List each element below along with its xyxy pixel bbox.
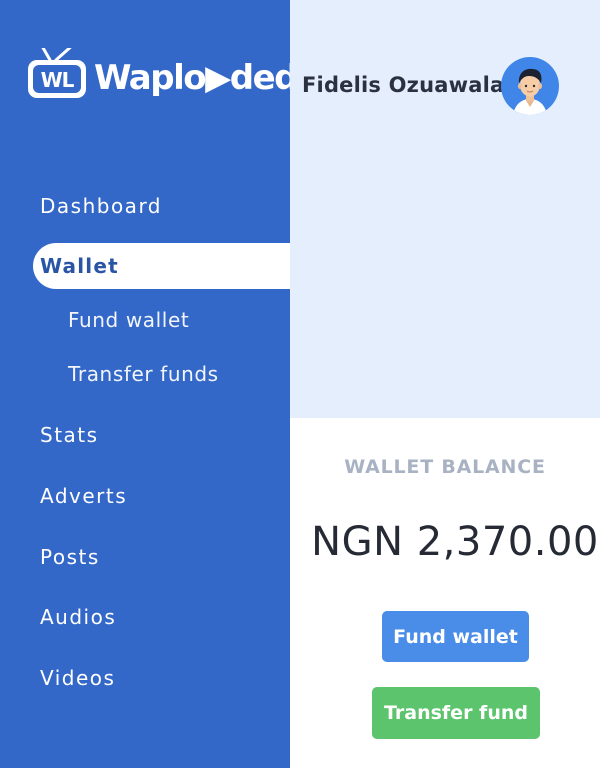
- sidebar-item-videos[interactable]: Videos: [40, 666, 115, 690]
- sidebar-item-stats[interactable]: Stats: [40, 423, 99, 447]
- user-avatar-icon[interactable]: [501, 57, 559, 115]
- sidebar-item-dashboard[interactable]: Dashboard: [40, 194, 162, 218]
- user-name: Fidelis Ozuawala: [302, 73, 505, 97]
- sidebar-item-posts[interactable]: Posts: [40, 545, 100, 569]
- sidebar-item-wallet-label[interactable]: Wallet: [40, 254, 119, 278]
- brand-name: Waplo▶ded: [94, 58, 298, 98]
- transfer-fund-button[interactable]: Transfer fund: [372, 687, 540, 739]
- wallet-balance-label: WALLET BALANCE: [344, 456, 546, 478]
- tv-antenna-logo-icon: WL: [28, 48, 86, 98]
- fund-wallet-button[interactable]: Fund wallet: [382, 611, 529, 662]
- sidebar-subitem-transfer-funds[interactable]: Transfer funds: [68, 362, 219, 386]
- header-area: [290, 0, 600, 418]
- wallet-balance-value: NGN 2,370.00: [311, 519, 599, 565]
- sidebar: WL Waplo▶ded Dashboard Wallet Fund walle…: [0, 0, 298, 768]
- logo-badge-text: WL: [41, 68, 75, 92]
- sidebar-item-audios[interactable]: Audios: [40, 605, 116, 629]
- sidebar-subitem-fund-wallet[interactable]: Fund wallet: [68, 308, 189, 332]
- sidebar-item-adverts[interactable]: Adverts: [40, 484, 127, 508]
- brand-logo[interactable]: WL Waplo▶ded: [24, 22, 298, 112]
